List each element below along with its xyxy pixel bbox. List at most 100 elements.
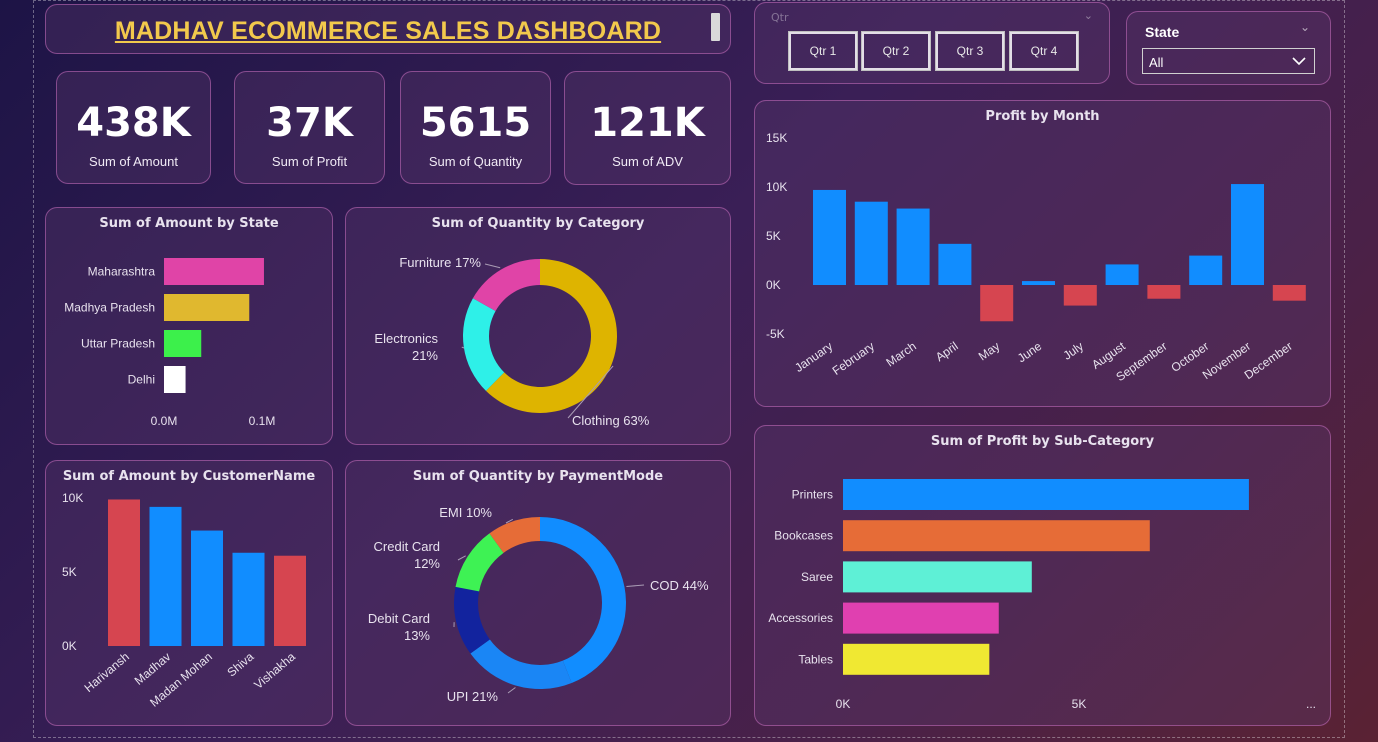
dashboard-title: MADHAV ECOMMERCE SALES DASHBOARD: [114, 17, 662, 45]
bar: [164, 294, 250, 321]
slice-label: EMI 10%: [439, 505, 492, 520]
bar: [164, 330, 202, 357]
kpi-label: Sum of Amount: [89, 154, 178, 169]
profit-by-subcategory-card: Sum of Profit by Sub-Category Printers Bo…: [754, 425, 1331, 726]
x-tick-label: May: [976, 339, 1003, 363]
y-tick-label: 10K: [62, 491, 83, 505]
bar: [164, 258, 264, 285]
x-tick-label: 0K: [836, 697, 851, 711]
category-label: Uttar Pradesh: [81, 337, 155, 351]
bar: [843, 479, 1249, 510]
category-label: Saree: [801, 570, 833, 584]
qtr-4-button[interactable]: Qtr 4: [1009, 31, 1079, 71]
slice-label: UPI 21%: [447, 689, 499, 704]
slice-label: 13%: [404, 628, 430, 643]
leader-line: [457, 555, 466, 561]
slice-label: 12%: [414, 556, 440, 571]
amount-by-customer-chart: 10K5K0KHarivansh MadhavMadan Mohan ShivaVi…: [62, 491, 306, 710]
x-tick-label: 0.0M: [151, 414, 178, 428]
bar: [1189, 255, 1223, 285]
bar: [149, 506, 182, 646]
slice: [540, 517, 626, 683]
bar: [108, 499, 140, 646]
bar: [843, 561, 1032, 593]
x-tick-label: Harivansh: [82, 650, 132, 695]
title-scrollbar[interactable]: [711, 13, 720, 41]
kpi-value: 438K: [76, 100, 191, 146]
slice: [472, 259, 540, 311]
kpi-card-quantity: 5615 Sum of Quantity: [400, 71, 551, 184]
leader-line: [626, 584, 645, 588]
y-tick-label: -5K: [766, 327, 785, 341]
bar: [1105, 264, 1139, 285]
y-tick-label: 15K: [766, 131, 787, 145]
y-tick-label: 5K: [62, 565, 77, 579]
category-label: Madhya Pradesh: [64, 301, 155, 315]
bar: [1147, 285, 1181, 299]
bar: [1272, 285, 1306, 301]
leader-line: [461, 346, 465, 349]
leader-line: [507, 687, 516, 694]
category-label: Accessories: [768, 611, 833, 625]
slice-label: Furniture 17%: [399, 255, 481, 270]
slice-label: Debit Card: [368, 611, 430, 626]
quarter-slicer: Qtr ⌄ Qtr 1 Qtr 2 Qtr 3 Qtr 4: [754, 2, 1110, 84]
x-tick-label: July: [1061, 339, 1087, 363]
kpi-value: 5615: [419, 100, 532, 146]
qtr-3-button[interactable]: Qtr 3: [935, 31, 1005, 71]
slice-label: 21%: [412, 348, 438, 363]
bar: [813, 189, 846, 285]
category-label: Tables: [798, 652, 833, 666]
category-label: Delhi: [128, 373, 155, 387]
kpi-value: 121K: [590, 100, 705, 146]
amount-by-customer-card: Sum of Amount by CustomerName 10K 5K 0K Har…: [45, 460, 333, 726]
profit-by-month-chart: 15K 10K 5K 0K -5K JanuaryFebruary March April Ma…: [766, 131, 1306, 384]
kpi-label: Sum of ADV: [612, 154, 683, 169]
qtr-1-button[interactable]: Qtr 1: [788, 31, 858, 71]
bar: [843, 520, 1150, 552]
leader-line: [484, 263, 501, 269]
x-tick-label: January: [792, 339, 835, 375]
qtr-2-button[interactable]: Qtr 2: [861, 31, 931, 71]
bar: [843, 643, 990, 675]
slice-label: COD 44%: [650, 578, 709, 593]
quantity-by-category-chart: Clothing 63% Electronics 21% Furniture 17%: [374, 255, 650, 428]
quantity-by-paymentmode-card: Sum of Quantity by PaymentMode COD 44% UP…: [345, 460, 731, 726]
y-tick-label: 0K: [62, 639, 77, 653]
x-tick-label: February: [830, 339, 877, 378]
profit-by-month-card: Profit by Month 15K 10K 5K 0K -5K January Febr…: [754, 100, 1331, 407]
chevron-down-icon[interactable]: ⌄: [1084, 9, 1093, 22]
bar: [1022, 281, 1055, 285]
slice: [470, 639, 572, 689]
y-tick-label: 10K: [766, 180, 787, 194]
slice-label: Electronics: [374, 331, 438, 346]
state-dropdown-value: All: [1149, 55, 1164, 70]
x-tick-label: April: [933, 339, 961, 364]
x-tick-label: 0.1M: [249, 414, 276, 428]
state-slicer: State ⌄ All: [1126, 11, 1331, 85]
bar: [938, 243, 972, 285]
kpi-card-profit: 37K Sum of Profit: [234, 71, 385, 184]
bar: [1231, 184, 1264, 285]
chevron-down-icon: [1292, 57, 1306, 66]
x-tick-label: June: [1015, 339, 1045, 366]
x-tick-label: 5K: [1072, 697, 1087, 711]
amount-by-state-card: Sum of Amount by State Maharashtra Madhya…: [45, 207, 333, 445]
bar: [896, 208, 930, 285]
kpi-card-adv: 121K Sum of ADV: [564, 71, 731, 185]
state-dropdown[interactable]: All: [1142, 48, 1315, 74]
x-tick-label: Shiva: [224, 649, 256, 679]
chevron-down-icon[interactable]: ⌄: [1300, 20, 1310, 34]
slice-label: Clothing 63%: [572, 413, 650, 428]
quantity-by-category-card: Sum of Quantity by Category Clothing 63%…: [345, 207, 731, 445]
dashboard-title-card: MADHAV ECOMMERCE SALES DASHBOARD: [45, 4, 731, 54]
bar: [1063, 285, 1097, 306]
profit-by-subcategory-chart: Printers Bookcases Saree Accessories Tables 0…: [768, 479, 1316, 711]
state-slicer-title: State: [1145, 24, 1180, 40]
category-label: Printers: [792, 488, 833, 502]
bar: [232, 552, 265, 646]
more-options-icon[interactable]: ...: [1306, 697, 1316, 711]
category-label: Maharashtra: [88, 265, 156, 279]
quarter-slicer-label: Qtr: [771, 11, 789, 24]
kpi-card-amount: 438K Sum of Amount: [56, 71, 211, 184]
